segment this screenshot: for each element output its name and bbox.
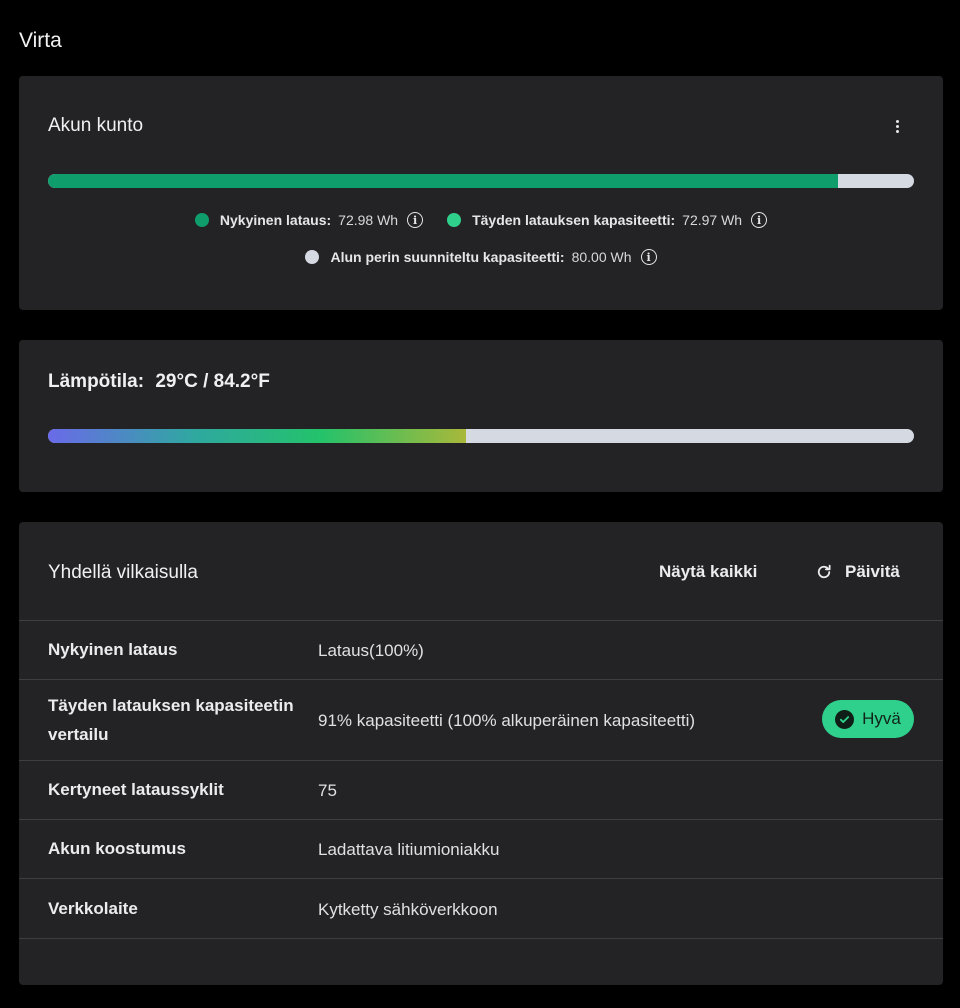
refresh-icon [817,564,831,579]
battery-health-title: Akun kunto [48,115,144,136]
legend-label: Alun perin suunniteltu kapasiteetti: [330,249,565,265]
row-label: Akun koostumus [48,839,186,858]
status-badge: Hyvä [822,700,914,738]
more-options-icon[interactable] [889,116,905,136]
row-value: 75 [318,781,337,800]
legend-current-charge: Nykyinen lataus: 72.98 Wh i [194,212,424,228]
row-value: Kytketty sähköverkkoon [318,900,498,919]
row-label-line: vertailu [48,725,109,744]
battery-legend-row: Nykyinen lataus: 72.98 Wh i Täyden latau… [19,212,943,228]
info-icon[interactable]: i [407,212,424,228]
temperature-card: Lämpötila: 29°C / 84.2°F [19,340,943,492]
row-value: Ladattava litiumioniakku [318,840,500,859]
at-a-glance-title: Yhdellä vilkaisulla [48,562,198,583]
temperature-value: 29°C / 84.2°F [155,371,270,392]
table-row: Nykyinen lataus Lataus(100%) [19,621,943,680]
battery-legend-row: Alun perin suunniteltu kapasiteetti: 80.… [19,249,943,265]
row-value: 91% kapasiteetti (100% alkuperäinen kapa… [318,711,696,730]
current-charge-dot [194,213,209,227]
temperature-fill [48,429,467,443]
legend-value: 72.97 Wh [682,212,743,228]
page-title: Virta [19,29,62,52]
info-icon[interactable]: i [640,249,657,265]
table-row: Verkkolaite Kytketty sähköverkkoon [19,879,943,939]
status-badge-label: Hyvä [862,709,901,728]
info-icon[interactable]: i [751,212,768,228]
row-label: Nykyinen lataus [48,640,178,659]
refresh-button[interactable]: Päivitä [815,562,900,582]
temperature-bar [48,429,914,443]
row-label: Verkkolaite [48,899,138,918]
full-capacity-dot [447,213,462,227]
row-label: Täyden latauksen kapasiteetin vertailu [48,691,294,749]
row-label-line: Täyden latauksen kapasiteetin [48,696,294,715]
legend-value: 80.00 Wh [571,249,632,265]
legend-label: Nykyinen lataus: [219,212,332,228]
temperature-label: Lämpötila: [48,371,145,392]
battery-health-bar [48,174,914,188]
at-a-glance-card: Yhdellä vilkaisulla Näytä kaikki Päivitä… [19,522,943,985]
refresh-label: Päivitä [845,562,900,581]
show-all-label: Näytä kaikki [659,562,758,581]
current-charge-fill [48,174,838,188]
show-all-button[interactable]: Näytä kaikki [659,562,757,582]
row-label: Kertyneet lataussyklit [48,780,224,799]
table-row: Täyden latauksen kapasiteetin vertailu 9… [19,680,943,761]
temperature-heading: Lämpötila: 29°C / 84.2°F [48,371,270,393]
check-circle-icon [835,709,855,729]
row-value: Lataus(100%) [318,641,424,660]
legend-design-capacity: Alun perin suunniteltu kapasiteetti: 80.… [305,249,657,265]
legend-value: 72.98 Wh [338,212,399,228]
legend-full-capacity: Täyden latauksen kapasiteetti: 72.97 Wh … [447,212,768,228]
table-row: Kertyneet lataussyklit 75 [19,761,943,820]
at-a-glance-header: Yhdellä vilkaisulla Näytä kaikki Päivitä [19,522,943,621]
legend-label: Täyden latauksen kapasiteetti: [472,212,676,228]
battery-health-card: Akun kunto Nykyinen lataus: 72.98 Wh i T… [19,76,943,310]
table-row: Akun koostumus Ladattava litiumioniakku [19,820,943,879]
design-capacity-dot [305,250,320,264]
